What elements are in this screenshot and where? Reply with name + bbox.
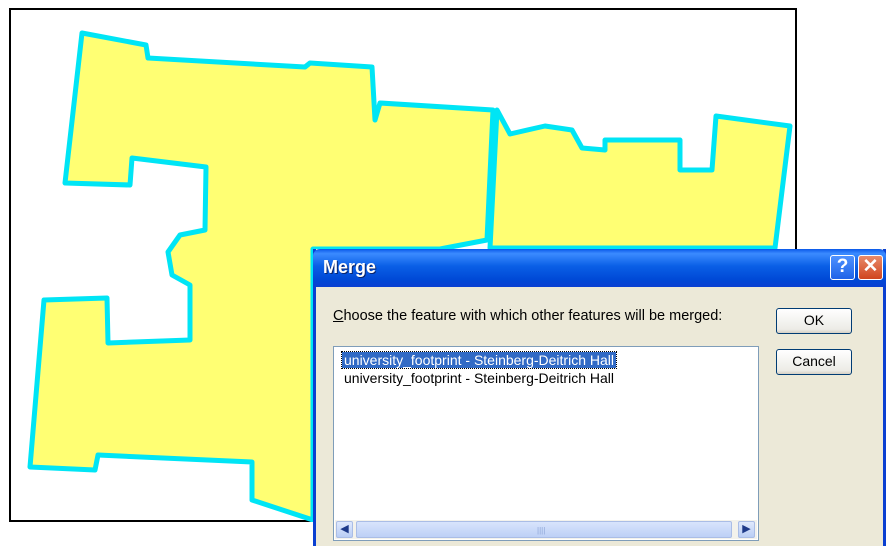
scroll-right-icon[interactable]: ▶ — [738, 521, 755, 538]
feature-list[interactable]: university_footprint - Steinberg-Deitric… — [333, 346, 759, 541]
close-button[interactable]: ✕ — [858, 255, 883, 280]
list-item[interactable]: university_footprint - Steinberg-Deitric… — [342, 370, 616, 386]
dialog-title: Merge — [323, 257, 377, 277]
scroll-left-icon[interactable]: ◀ — [336, 521, 353, 538]
building-footprint-east[interactable] — [487, 107, 793, 251]
cancel-button[interactable]: Cancel — [776, 349, 852, 375]
horizontal-scrollbar[interactable]: ◀ |||| ▶ — [335, 520, 757, 539]
merge-dialog: Merge ? ✕ Choose the feature with which … — [313, 249, 886, 546]
dialog-title-bar[interactable]: Merge ? ✕ — [313, 249, 886, 287]
scroll-thumb[interactable]: |||| — [356, 521, 732, 538]
list-item-selected[interactable]: university_footprint - Steinberg-Deitric… — [341, 351, 617, 369]
ok-button[interactable]: OK — [776, 308, 852, 334]
merge-prompt: Choose the feature with which other feat… — [333, 308, 722, 324]
scroll-grip-icon: |||| — [537, 526, 546, 535]
prompt-accelerator: C — [333, 308, 344, 324]
help-button[interactable]: ? — [830, 255, 855, 280]
prompt-text: hoose the feature with which other featu… — [343, 308, 723, 324]
